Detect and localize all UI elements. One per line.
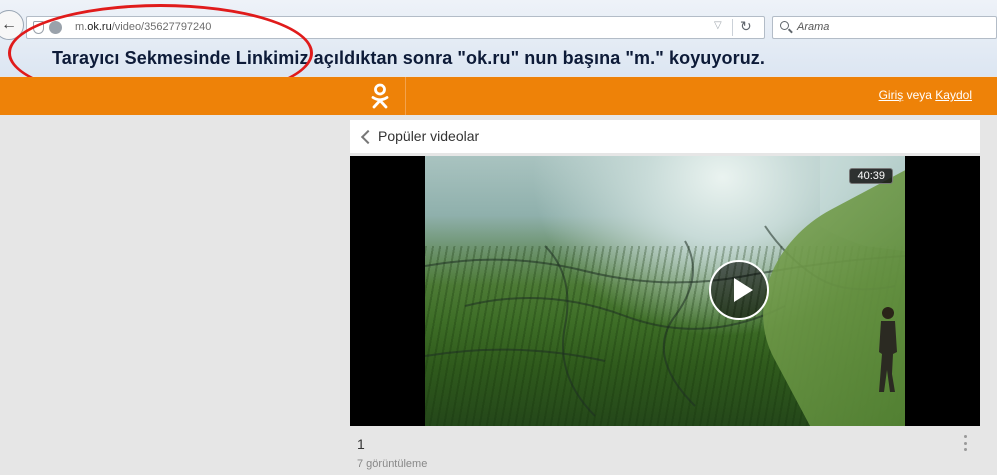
video-title[interactable]: 1	[357, 436, 365, 452]
history-dropdown-icon[interactable]: ▽	[714, 20, 722, 31]
search-bar[interactable]: Arama	[772, 16, 997, 39]
ok-logo-icon[interactable]	[370, 83, 390, 109]
login-link[interactable]: Giriş	[879, 88, 904, 102]
url-separator	[732, 19, 733, 36]
header-divider	[405, 77, 406, 115]
search-icon	[780, 21, 789, 30]
walking-man-figure	[879, 307, 897, 392]
auth-links: Giriş veya Kaydol	[879, 88, 972, 102]
back-arrow-icon: ←	[1, 16, 17, 33]
view-count: 7 görüntüleme	[357, 458, 428, 470]
site-header: Giriş veya Kaydol	[0, 77, 997, 115]
more-options-icon[interactable]	[963, 435, 967, 451]
video-thumbnail	[425, 156, 905, 426]
reload-icon[interactable]: ↻	[740, 18, 752, 35]
play-button[interactable]	[709, 260, 769, 320]
popular-videos-header[interactable]: Popüler videolar	[350, 120, 980, 153]
or-label: veya	[906, 88, 932, 102]
signup-link[interactable]: Kaydol	[935, 88, 972, 102]
duration-badge: 40:39	[849, 168, 893, 184]
video-player[interactable]: 40:39	[350, 156, 980, 426]
section-title: Popüler videolar	[378, 128, 480, 144]
chevron-left-icon	[360, 129, 376, 145]
search-placeholder: Arama	[797, 21, 830, 33]
